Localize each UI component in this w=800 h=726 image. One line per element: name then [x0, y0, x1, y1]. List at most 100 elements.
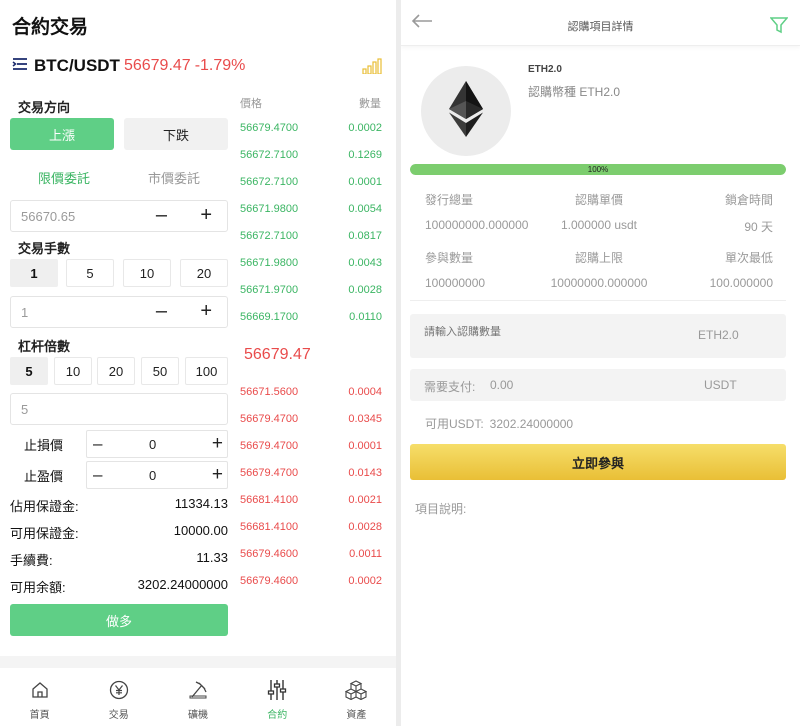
pair-selector[interactable]: BTC/USDT 56679.47 -1.79%: [12, 56, 245, 76]
stat-value: 1.000000 usdt: [560, 218, 638, 232]
orderbook-row[interactable]: 56671.5600 0.0004: [240, 378, 382, 405]
nav-item-contract[interactable]: 合約: [238, 668, 317, 726]
available-balance: 可用USDT: 3202.24000000: [425, 415, 573, 432]
summary-row: 佔用保證金: 11334.13: [10, 496, 228, 515]
progress-text: 100%: [587, 165, 609, 174]
order-qty: 0.0110: [349, 310, 382, 323]
summary-row: 可用余額: 3202.24000000: [10, 577, 228, 596]
summary-value: 3202.24000000: [137, 577, 228, 592]
orderbook-row[interactable]: 56671.9800 0.0043: [240, 249, 382, 276]
leverage-option[interactable]: 20: [97, 357, 135, 385]
fall-button[interactable]: 下跌: [124, 118, 228, 150]
orderbook-row[interactable]: 56679.4600 0.0002: [240, 567, 382, 594]
orderbook-row[interactable]: 56672.7100 0.1269: [240, 141, 382, 168]
summary-row: 可用保證金: 10000.00: [10, 523, 228, 542]
order-qty: 0.0002: [348, 574, 382, 587]
orderbook-row[interactable]: 56679.4700 0.0001: [240, 432, 382, 459]
stop-loss-label: 止損價: [24, 438, 64, 453]
orderbook-row[interactable]: 56681.4100 0.0028: [240, 513, 382, 540]
order-qty: 0.0043: [348, 256, 382, 269]
order-price: 56669.1700: [240, 310, 299, 323]
order-price: 56681.4100: [240, 520, 299, 533]
subscription-progress-bar: 100%: [410, 164, 786, 175]
leverage-option[interactable]: 10: [54, 357, 92, 385]
price-input[interactable]: 56670.65: [21, 209, 75, 224]
orderbook-row[interactable]: 56671.9700 0.0028: [240, 276, 382, 303]
order-price: 56672.7100: [240, 229, 299, 242]
take-profit-input[interactable]: 0: [149, 468, 156, 483]
orderbook-row[interactable]: 56672.7100 0.0001: [240, 168, 382, 195]
leverage-option[interactable]: 5: [10, 357, 48, 385]
orderbook-row[interactable]: 56679.4700 0.0143: [240, 459, 382, 486]
lots-option[interactable]: 1: [10, 259, 58, 287]
plus-icon[interactable]: +: [200, 204, 212, 227]
leverage-label: 杠杆倍數: [18, 339, 71, 354]
stat-label: 單次最低: [724, 251, 773, 265]
tab-limit-order[interactable]: 限價委託: [10, 168, 118, 187]
minus-icon[interactable]: –: [156, 204, 167, 227]
order-price: 56681.4100: [240, 493, 299, 506]
orderbook-price-header: 價格: [240, 98, 262, 110]
summary-label: 手續費:: [10, 553, 53, 568]
subscribe-amount-input[interactable]: [424, 326, 664, 338]
leverage-field[interactable]: 5: [10, 393, 228, 425]
order-price: 56671.9800: [240, 202, 299, 215]
minus-icon[interactable]: –: [93, 434, 102, 454]
nav-label: 合約: [267, 710, 288, 721]
go-long-button[interactable]: 做多: [10, 604, 228, 636]
orderbook-row[interactable]: 56681.4100 0.0021: [240, 486, 382, 513]
leverage-option[interactable]: 100: [185, 357, 228, 385]
stat-label: 參與數量: [425, 251, 474, 265]
orderbook-row[interactable]: 56672.7100 0.0817: [240, 222, 382, 249]
nav-item-assets[interactable]: 資產: [317, 668, 396, 726]
stat-labels-row: 參與數量 認購上限 單次最低: [425, 249, 773, 266]
filter-icon[interactable]: [769, 16, 789, 39]
nav-label: 首頁: [29, 710, 50, 721]
plus-icon[interactable]: +: [212, 464, 223, 486]
cubes-icon: [345, 678, 368, 702]
orderbook-row[interactable]: 56671.9800 0.0054: [240, 195, 382, 222]
coin-name: ETH2.0: [528, 64, 562, 75]
pair-price: 56679.47: [123, 57, 191, 74]
stop-loss-input[interactable]: 0: [149, 437, 156, 452]
lots-option[interactable]: 10: [123, 259, 171, 287]
orderbook-row[interactable]: 56669.1700 0.0110: [240, 303, 382, 330]
rise-button[interactable]: 上漲: [10, 118, 114, 150]
summary-value: 11.33: [196, 550, 228, 565]
minus-icon[interactable]: –: [93, 465, 102, 485]
stat-value: 10000000.000000: [550, 276, 648, 290]
orderbook-row[interactable]: 56679.4700 0.0345: [240, 405, 382, 432]
order-qty: 0.0021: [348, 493, 382, 506]
lots-label: 交易手數: [18, 241, 71, 256]
lots-option[interactable]: 20: [180, 259, 228, 287]
signal-chart-icon[interactable]: [362, 58, 382, 79]
nav-item-trade[interactable]: 交易: [79, 668, 158, 726]
header-title: 認購項目詳情: [567, 21, 634, 33]
stat-label: 認購上限: [574, 251, 623, 265]
plus-icon[interactable]: +: [212, 433, 223, 455]
orderbook-row[interactable]: 56679.4700 0.0002: [240, 114, 382, 141]
lots-option[interactable]: 5: [66, 259, 114, 287]
order-qty: 0.0054: [348, 202, 382, 215]
stat-values-row: 100000000 10000000.000000 100.000000: [425, 276, 773, 290]
order-qty: 0.0001: [348, 439, 382, 452]
tab-market-order[interactable]: 市價委託: [120, 168, 228, 187]
home-icon: [31, 678, 49, 702]
order-qty: 0.1269: [348, 148, 382, 161]
stat-label: 鎖倉時間: [724, 193, 773, 207]
leverage-input[interactable]: 5: [21, 402, 28, 417]
subscribe-amount-field[interactable]: ETH2.0: [410, 314, 786, 358]
stat-value: 100.000000: [709, 276, 773, 290]
plus-icon[interactable]: +: [200, 300, 212, 323]
order-price: 56671.9800: [240, 256, 299, 269]
lots-input[interactable]: 1: [21, 305, 28, 320]
minus-icon[interactable]: –: [156, 300, 167, 323]
join-now-button[interactable]: 立即參與: [410, 444, 786, 480]
nav-item-mining[interactable]: 礦機: [158, 668, 237, 726]
orderbook-row[interactable]: 56679.4600 0.0011: [240, 540, 382, 567]
payment-box: 需要支付: 0.00 USDT: [410, 369, 786, 401]
leverage-option[interactable]: 50: [141, 357, 179, 385]
menu-list-icon[interactable]: [12, 57, 28, 76]
yen-icon: [109, 678, 129, 702]
nav-item-home[interactable]: 首頁: [0, 668, 79, 726]
